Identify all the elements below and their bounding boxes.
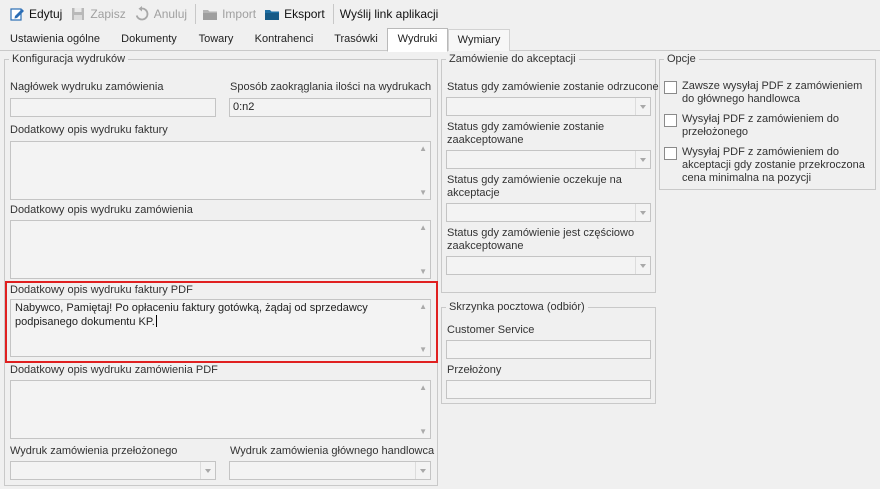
supervisor-print-combo[interactable] bbox=[10, 461, 216, 480]
supervisor-mail-input[interactable] bbox=[446, 380, 651, 399]
chevron-down-icon[interactable] bbox=[200, 462, 215, 479]
scroll-down-icon[interactable]: ▼ bbox=[419, 188, 427, 197]
edit-icon bbox=[10, 8, 24, 21]
textarea-scrollbar[interactable]: ▲ ▼ bbox=[416, 142, 430, 199]
edit-label: Edytuj bbox=[29, 7, 63, 21]
folder-export-icon bbox=[265, 10, 280, 20]
option-send-min-price-exceeded[interactable]: Wysyłaj PDF z zamówieniem do akceptacji … bbox=[664, 146, 872, 185]
folder-import-icon bbox=[203, 10, 218, 20]
tab-dokumenty[interactable]: Dokumenty bbox=[110, 29, 188, 51]
scroll-up-icon[interactable]: ▲ bbox=[419, 383, 427, 392]
textarea-scrollbar[interactable]: ▲ ▼ bbox=[416, 381, 430, 438]
customer-service-label: Customer Service bbox=[447, 324, 535, 336]
order-desc-textarea[interactable]: ▲ ▼ bbox=[10, 220, 431, 279]
scroll-down-icon[interactable]: ▼ bbox=[419, 427, 427, 436]
export-button[interactable]: Eksport bbox=[261, 3, 330, 25]
main-trader-print-combo[interactable] bbox=[229, 461, 431, 480]
checkbox[interactable] bbox=[664, 81, 677, 94]
invoice-pdf-desc-text: Nabywco, Pamiętaj! Po opłaceniu faktury … bbox=[15, 302, 368, 328]
toolbar-separator bbox=[332, 4, 334, 24]
option-always-send-main-trader[interactable]: Zawsze wysyłaj PDF z zamówieniem do głów… bbox=[664, 80, 872, 106]
invoice-desc-label: Dodatkowy opis wydruku faktury bbox=[10, 124, 168, 136]
scroll-down-icon[interactable]: ▼ bbox=[419, 345, 427, 354]
scroll-up-icon[interactable]: ▲ bbox=[419, 144, 427, 153]
cancel-label: Anuluj bbox=[153, 7, 188, 21]
tab-wydruki[interactable]: Wydruki bbox=[387, 28, 448, 52]
chevron-down-icon[interactable] bbox=[635, 151, 650, 168]
tab-strip: Ustawienia ogólne Dokumenty Towary Kontr… bbox=[0, 28, 880, 52]
option-send-supervisor[interactable]: Wysyłaj PDF z zamówieniem do przełożoneg… bbox=[664, 113, 872, 139]
send-link-button[interactable]: Wyślij link aplikacji bbox=[337, 3, 444, 25]
order-pdf-desc-label: Dodatkowy opis wydruku zamówienia PDF bbox=[10, 364, 218, 376]
scroll-up-icon[interactable]: ▲ bbox=[419, 302, 427, 311]
export-label: Eksport bbox=[284, 7, 325, 21]
save-icon bbox=[72, 8, 85, 20]
save-button[interactable]: Zapisz bbox=[67, 3, 130, 25]
checkbox[interactable] bbox=[664, 147, 677, 160]
rejected-status-combo[interactable] bbox=[446, 97, 651, 116]
chevron-down-icon[interactable] bbox=[635, 204, 650, 221]
chevron-down-icon[interactable] bbox=[635, 257, 650, 274]
invoice-pdf-desc-label: Dodatkowy opis wydruku faktury PDF bbox=[10, 284, 193, 296]
checkbox[interactable] bbox=[664, 114, 677, 127]
import-button[interactable]: Import bbox=[199, 3, 261, 25]
partial-status-label: Status gdy zamówienie jest częściowo zaa… bbox=[447, 227, 635, 252]
toolbar-separator bbox=[195, 4, 197, 24]
import-label: Import bbox=[222, 7, 257, 21]
scroll-up-icon[interactable]: ▲ bbox=[419, 223, 427, 232]
mailbox-legend: Skrzynka pocztowa (odbiór) bbox=[449, 301, 585, 313]
awaiting-status-label: Status gdy zamówienie oczekuje na akcept… bbox=[447, 174, 622, 199]
chevron-down-icon[interactable] bbox=[415, 462, 430, 479]
main-trader-print-label: Wydruk zamówienia głównego handlowca bbox=[230, 445, 435, 457]
order-pdf-desc-textarea[interactable]: ▲ ▼ bbox=[10, 380, 431, 439]
accepted-status-label: Status gdy zamówienie zostanie zaakcepto… bbox=[447, 121, 605, 146]
tab-wymiary[interactable]: Wymiary bbox=[448, 29, 510, 51]
option-label: Zawsze wysyłaj PDF z zamówieniem do głów… bbox=[682, 80, 863, 105]
invoice-desc-textarea[interactable]: ▲ ▼ bbox=[10, 141, 431, 200]
edit-button[interactable]: Edytuj bbox=[6, 3, 67, 25]
awaiting-status-combo[interactable] bbox=[446, 203, 651, 222]
chevron-down-icon[interactable] bbox=[635, 98, 650, 115]
rounding-label: Sposób zaokrąglania ilości na wydrukach bbox=[230, 81, 432, 93]
textarea-scrollbar[interactable]: ▲ ▼ bbox=[416, 221, 430, 278]
invoice-pdf-desc-textarea[interactable]: Nabywco, Pamiętaj! Po opłaceniu faktury … bbox=[10, 299, 431, 357]
rounding-input[interactable]: 0:n2 bbox=[229, 98, 431, 117]
rejected-status-label: Status gdy zamówienie zostanie odrzucone bbox=[447, 81, 659, 93]
tab-trasowki[interactable]: Trasówki bbox=[328, 29, 384, 51]
option-label: Wysyłaj PDF z zamówieniem do akceptacji … bbox=[682, 146, 865, 184]
undo-icon bbox=[135, 6, 149, 21]
text-caret bbox=[155, 315, 157, 327]
order-header-label: Nagłówek wydruku zamówienia bbox=[10, 81, 164, 93]
options-legend: Opcje bbox=[667, 53, 696, 65]
tab-towary[interactable]: Towary bbox=[192, 29, 240, 51]
order-desc-label: Dodatkowy opis wydruku zamówienia bbox=[10, 204, 193, 216]
save-label: Zapisz bbox=[90, 7, 126, 21]
toolbar: Edytuj Zapisz Anuluj Import Eksport Wyśl… bbox=[0, 0, 880, 28]
print-config-legend: Konfiguracja wydruków bbox=[12, 53, 126, 65]
tab-ustawienia-ogolne[interactable]: Ustawienia ogólne bbox=[4, 29, 106, 51]
textarea-scrollbar[interactable]: ▲ ▼ bbox=[416, 300, 430, 356]
supervisor-print-label: Wydruk zamówienia przełożonego bbox=[10, 445, 178, 457]
scroll-down-icon[interactable]: ▼ bbox=[419, 267, 427, 276]
order-header-input[interactable] bbox=[10, 98, 216, 117]
send-link-label: Wyślij link aplikacji bbox=[339, 7, 439, 21]
partial-status-combo[interactable] bbox=[446, 256, 651, 275]
customer-service-input[interactable] bbox=[446, 340, 651, 359]
acceptance-legend: Zamówienie do akceptacji bbox=[449, 53, 576, 65]
supervisor-mail-label: Przełożony bbox=[447, 364, 502, 376]
tab-kontrahenci[interactable]: Kontrahenci bbox=[249, 29, 319, 51]
option-label: Wysyłaj PDF z zamówieniem do przełożoneg… bbox=[682, 113, 839, 138]
accepted-status-combo[interactable] bbox=[446, 150, 651, 169]
cancel-button[interactable]: Anuluj bbox=[131, 3, 192, 25]
